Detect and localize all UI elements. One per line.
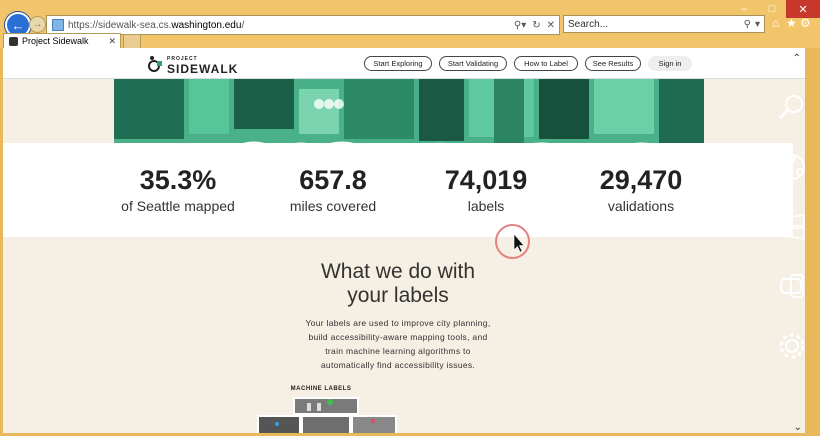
stat-labels: 74,019 labels	[426, 165, 546, 214]
page-icon	[52, 19, 64, 31]
blurb-line: train machine learning algorithms to	[325, 346, 471, 356]
search-icon[interactable]: ⚲	[744, 19, 751, 30]
stat-validations: 29,470 validations	[581, 165, 701, 214]
scroll-up-icon[interactable]: ⌃	[793, 53, 801, 64]
start-charm-icon[interactable]	[772, 207, 812, 247]
url-suffix: /	[241, 19, 245, 31]
url-domain: washington.edu	[171, 19, 242, 31]
machine-labels-images	[257, 397, 397, 433]
heading-line-1: What we do with	[320, 260, 476, 283]
nav-start-exploring[interactable]: Start Exploring	[364, 56, 432, 71]
machine-labels-caption: MACHINE LABELS	[290, 386, 352, 392]
sign-in-button[interactable]: Sign in	[648, 56, 692, 71]
forward-button[interactable]: →	[29, 16, 46, 33]
mouse-pointer-icon	[513, 233, 525, 253]
favicon	[9, 36, 18, 46]
heading-line-2: your labels	[347, 284, 449, 307]
stat-value: 74,019	[444, 165, 528, 195]
page-viewport: PROJECT SIDEWALK Start Exploring Start Va…	[3, 48, 805, 433]
site-header: PROJECT SIDEWALK Start Exploring Start Va…	[3, 48, 805, 79]
blurb-line: build accessibility-aware mapping tools,…	[308, 332, 488, 342]
cursor-highlight	[495, 224, 530, 259]
address-bar[interactable]: https://sidewalk-sea.cs. washington.edu / …	[46, 15, 560, 35]
stat-value: 35.3%	[139, 165, 217, 195]
chevron-down-icon[interactable]: ▾	[755, 19, 760, 30]
blurb-line: Your labels are used to improve city pla…	[305, 318, 491, 328]
tab-project-sidewalk[interactable]: Project Sidewalk ✕	[3, 33, 121, 48]
stat-value: 29,470	[599, 165, 683, 195]
nav-start-validating[interactable]: Start Validating	[439, 56, 507, 71]
page-scrollbar[interactable]: ⌄	[793, 79, 805, 433]
window-controls: – □ ✕	[730, 0, 820, 18]
stat-value: 657.8	[299, 165, 367, 195]
nav-see-results[interactable]: See Results	[585, 56, 641, 71]
search-charm-icon[interactable]	[772, 87, 812, 127]
stat-label: labels	[467, 198, 505, 214]
window-close-icon[interactable]: ✕	[786, 0, 820, 18]
search-placeholder: Search...	[568, 18, 609, 30]
search-dropdown-icon[interactable]: ⚲▾	[514, 20, 526, 31]
site-nav: Start Exploring Start Validating How to …	[364, 56, 699, 71]
url-prefix: https://sidewalk-sea.cs.	[68, 19, 172, 31]
devices-charm-icon[interactable]	[772, 266, 812, 306]
gear-icon[interactable]: ⚙	[800, 16, 811, 30]
scroll-down-icon[interactable]: ⌄	[794, 422, 802, 433]
stat-label: miles covered	[289, 198, 377, 214]
stat-miles-covered: 657.8 miles covered	[273, 165, 393, 214]
share-charm-icon[interactable]	[772, 147, 812, 187]
tab-title: Project Sidewalk	[22, 36, 89, 46]
refresh-icon[interactable]: ↻	[532, 20, 540, 31]
tab-close-icon[interactable]: ✕	[108, 36, 116, 47]
close-icon[interactable]: ✕	[547, 20, 555, 31]
logo[interactable]: PROJECT SIDEWALK	[146, 54, 239, 76]
home-icon[interactable]: ⌂	[772, 16, 779, 30]
stat-label: validations	[607, 198, 675, 214]
stat-label: of Seattle mapped	[121, 198, 235, 214]
blurb-line: automatically find accessibility issues.	[320, 360, 476, 370]
settings-charm-icon[interactable]	[772, 326, 812, 366]
maximize-icon[interactable]: □	[758, 0, 786, 18]
minimize-icon[interactable]: –	[730, 0, 758, 18]
favorites-star-icon[interactable]: ★	[786, 16, 797, 30]
section-blurb: Your labels are used to improve city pla…	[3, 316, 793, 372]
section-heading: What we do with your labels	[3, 260, 793, 308]
wheelchair-logo-icon	[146, 55, 164, 73]
stats-band: 35.3% of Seattle mapped 657.8 miles cove…	[3, 143, 793, 237]
logo-text: SIDEWALK	[167, 62, 239, 76]
stat-seattle-mapped: 35.3% of Seattle mapped	[103, 165, 253, 214]
new-tab-button[interactable]	[123, 34, 141, 49]
nav-how-to-label[interactable]: How to Label	[514, 56, 578, 71]
browser-chrome: ← → https://sidewalk-sea.cs. washington.e…	[0, 0, 820, 49]
